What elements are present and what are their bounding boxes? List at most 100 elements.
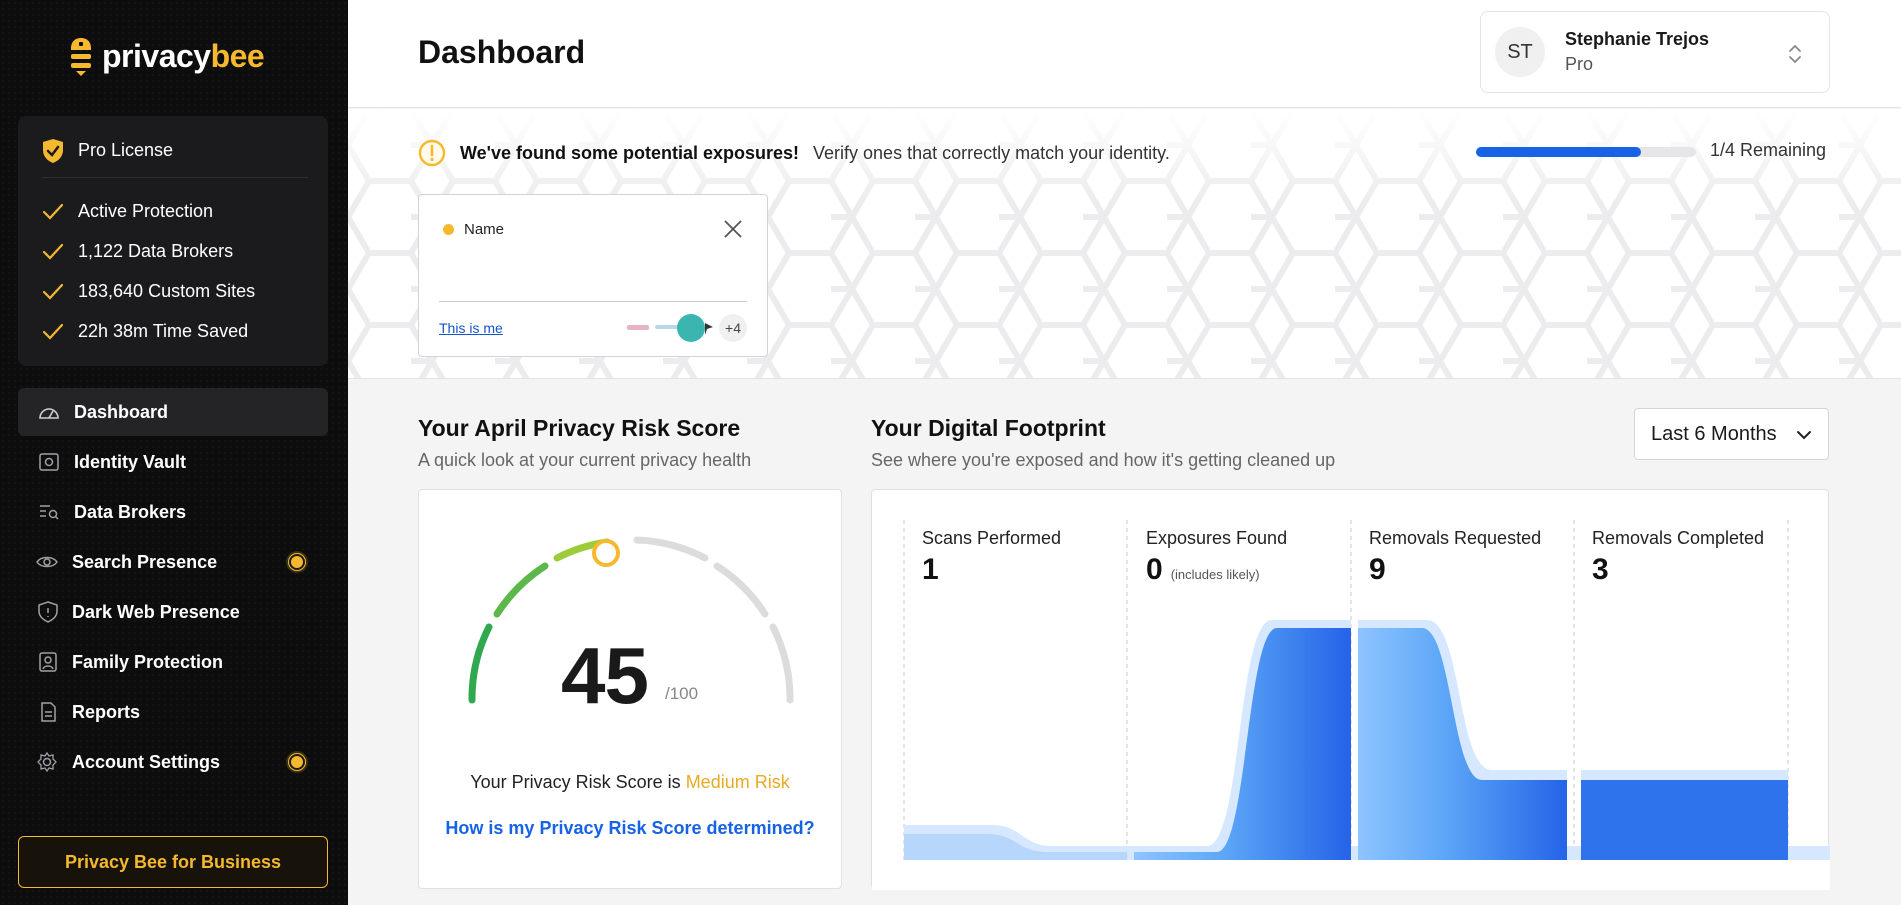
user-meta: Stephanie Trejos Pro [1565, 29, 1709, 75]
metric-label: Removals Completed [1592, 528, 1765, 548]
vault-icon [39, 453, 59, 471]
remaining-count: 1/4 Remaining [1710, 140, 1827, 160]
check-icon [42, 323, 64, 340]
license-title: Pro License [78, 140, 174, 160]
risk-score-card: 45 /100 Your Privacy Risk Score is Mediu… [418, 489, 842, 889]
privacy-bee-for-business-button[interactable]: Privacy Bee for Business [18, 836, 328, 888]
nav-item-account-settings[interactable]: Account Settings [18, 738, 328, 786]
shield-check-icon [43, 138, 63, 163]
gauge-marker [592, 539, 620, 567]
more-brokers-badge: +4 [719, 314, 747, 342]
metric-label: Removals Requested [1369, 528, 1542, 548]
nav-label: Data Brokers [74, 501, 187, 522]
metric-value: 1 [922, 553, 939, 586]
exposure-headline: We've found some potential exposures! [460, 142, 800, 163]
exposure-field-label: Name [464, 221, 505, 238]
feature-item: Active Protection [42, 201, 213, 222]
exposure-field: Name [443, 221, 504, 238]
user-plan: Pro [1565, 54, 1594, 74]
footprint-subtitle: See where you're exposed and how it's ge… [871, 450, 1336, 470]
nav-item-search-presence[interactable]: Search Presence [18, 538, 328, 586]
avatar: ST [1495, 27, 1545, 77]
family-icon [39, 652, 57, 672]
nav-item-reports[interactable]: Reports [18, 688, 328, 736]
metric-label: Exposures Found [1146, 528, 1288, 548]
score-value: 45 [561, 631, 649, 720]
this-is-me-link[interactable]: This is me [439, 320, 503, 336]
warning-icon [418, 139, 446, 167]
feature-item: 22h 38m Time Saved [42, 321, 248, 342]
nav-item-dashboard[interactable]: Dashboard [18, 388, 328, 436]
metric-note: (includes likely) [1170, 567, 1260, 582]
check-icon [42, 243, 64, 260]
divider [439, 301, 747, 302]
notification-badge [286, 751, 308, 773]
close-icon[interactable] [723, 219, 743, 239]
gear-icon [37, 751, 57, 773]
notification-badge [286, 551, 308, 573]
user-menu[interactable]: ST Stephanie Trejos Pro [1480, 11, 1830, 93]
feature-item: 183,640 Custom Sites [42, 281, 255, 302]
license-card: Pro License Active Protection 1,122 Data… [18, 116, 328, 366]
data-brokers-icon [40, 505, 59, 520]
broker-logos-icon [627, 314, 713, 342]
privacybee-logo[interactable]: privacybee [68, 36, 265, 76]
metric-value: 9 [1369, 553, 1386, 586]
check-icon [42, 283, 64, 300]
feature-label: Active Protection [78, 201, 214, 221]
eye-icon [36, 556, 58, 568]
nav-item-identity-vault[interactable]: Identity Vault [18, 438, 328, 486]
status-dot [443, 224, 454, 235]
gauge-segment [713, 562, 769, 618]
dashboard-icon [39, 408, 59, 419]
score-explanation-link[interactable]: How is my Privacy Risk Score determined? [419, 818, 841, 839]
nav-label: Dashboard [74, 401, 169, 422]
nav-label: Family Protection [72, 651, 224, 672]
nav-label: Reports [72, 701, 141, 722]
license-header: Pro License [42, 138, 308, 178]
digital-footprint-card: Scans Performed 1 Exposures Found 0 (incl… [871, 489, 1830, 890]
metric-scans-performed: Scans Performed 1 [922, 528, 1061, 587]
score-max: /100 [665, 684, 699, 703]
logo-wordmark: privacybee [102, 37, 265, 74]
footprint-title: Your Digital Footprint [871, 415, 1106, 441]
gauge-segment [468, 623, 493, 704]
score-title: Your April Privacy Risk Score [418, 415, 741, 441]
broker-logos: +4 [625, 313, 747, 343]
chevron-down-icon [1797, 431, 1811, 440]
gauge-segment [769, 623, 794, 704]
score-subtitle: A quick look at your current privacy hea… [418, 450, 752, 470]
reports-icon [41, 702, 56, 722]
nav-item-family-protection[interactable]: Family Protection [18, 638, 328, 686]
metric-label: Scans Performed [922, 528, 1062, 548]
verification-progress [1476, 147, 1696, 157]
gauge-segment [633, 536, 709, 562]
metric-value: 0 (includes likely) [1146, 553, 1260, 586]
page-title: Dashboard [418, 34, 586, 70]
period-value: Last 6 Months [1651, 422, 1777, 445]
nav-label: Dark Web Presence [72, 601, 240, 622]
check-icon [42, 203, 64, 220]
feature-label: 22h 38m Time Saved [78, 321, 249, 341]
feature-label: 1,122 Data Brokers [78, 241, 234, 261]
feature-label: 183,640 Custom Sites [78, 281, 256, 301]
exposure-banner: We've found some potential exposures! Ve… [348, 109, 1901, 379]
exposure-subtext: Verify ones that correctly match your id… [813, 142, 1170, 163]
risk-level: Medium Risk [685, 772, 790, 792]
nav-label: Search Presence [72, 551, 218, 572]
shield-icon [38, 601, 58, 623]
nav-item-dark-web-presence[interactable]: Dark Web Presence [18, 588, 328, 636]
metric-removals-requested: Removals Requested 9 [1369, 528, 1541, 587]
metric-value: 3 [1592, 553, 1609, 586]
metric-removals-completed: Removals Completed 3 [1592, 528, 1764, 587]
user-name: Stephanie Trejos [1565, 29, 1710, 49]
exposure-alert: We've found some potential exposures! Ve… [418, 139, 1170, 167]
gauge-segment [493, 562, 549, 618]
risk-level-text: Your Privacy Risk Score is Medium Risk [419, 772, 841, 793]
bee-logo-icon [71, 38, 91, 76]
period-select[interactable]: Last 6 Months [1634, 408, 1829, 460]
sidebar: privacybee Pro License Active Protection… [0, 0, 348, 905]
nav-item-data-brokers[interactable]: Data Brokers [18, 488, 328, 536]
exposure-card: Name This is me +4 [418, 194, 768, 357]
feature-item: 1,122 Data Brokers [42, 241, 233, 262]
